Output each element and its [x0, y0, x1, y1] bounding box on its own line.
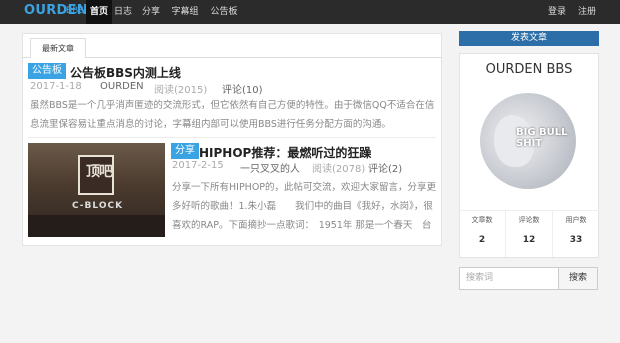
register-link[interactable]: 注册	[574, 0, 600, 24]
publish-article-button[interactable]: 发表文章	[459, 31, 599, 46]
stat-users: 用户数 33	[553, 215, 599, 245]
nav-blog[interactable]: 日志	[112, 0, 134, 24]
post-views: 阅读(2078)	[312, 164, 366, 175]
tab-latest-articles[interactable]: 最新文章	[30, 38, 86, 58]
stat-label: 用户数	[565, 216, 587, 224]
stat-label: 文章数	[471, 216, 493, 224]
site-avatar: BIG BULL SHIT	[480, 93, 576, 189]
stat-comments: 评论数 12	[506, 215, 552, 245]
login-link[interactable]: 登录	[544, 0, 570, 24]
post-thumbnail[interactable]: 顶吧 C-BLOCK	[28, 143, 165, 237]
post-views: 阅读(2015)	[154, 85, 208, 96]
post-date: 2017-1-18	[30, 81, 82, 92]
nav-home[interactable]: 首页	[86, 0, 112, 24]
search-input[interactable]: 搜索词	[459, 267, 559, 290]
nav-subtitle-group[interactable]: 字幕组	[168, 0, 202, 24]
post-date: 2017-2-15	[172, 160, 224, 171]
nav-share[interactable]: 分享	[138, 0, 164, 24]
thumbnail-box: 顶吧	[78, 155, 114, 195]
post-excerpt: 虽然BBS是一个几乎消声匿迹的交流形式，但它依然有自己方便的特性。由于微信QQ不…	[30, 100, 435, 130]
post-author[interactable]: 一只叉叉的人	[240, 160, 300, 175]
stats-divider	[459, 210, 599, 211]
stat-articles: 文章数 2	[459, 215, 505, 245]
post-divider	[28, 137, 436, 138]
stat-value: 2	[478, 235, 486, 245]
post-excerpt: 分享一下所有HIPHOP的，此帖可交流，欢迎大家留言，分享更多好听的歌曲！1.朱…	[172, 182, 437, 231]
post-tag[interactable]: 公告板	[28, 63, 66, 79]
post-title[interactable]: HIPHOP推荐：最燃听过的狂躁	[199, 144, 371, 161]
post-author[interactable]: OURDEN	[100, 81, 144, 92]
stat-label: 评论数	[518, 216, 540, 224]
avatar-text: BIG BULL SHIT	[516, 127, 568, 149]
thumbnail-label: C-BLOCK	[72, 201, 124, 211]
site-name: OURDEN BBS	[485, 62, 573, 77]
post-comments[interactable]: 评论(2)	[368, 160, 402, 175]
brand-subtitle: BBS	[66, 6, 84, 16]
post-title[interactable]: 公告板BBS内测上线	[70, 64, 181, 81]
stat-value: 12	[522, 235, 536, 245]
search-button[interactable]: 搜索	[558, 267, 598, 290]
post-tag[interactable]: 分享	[171, 143, 199, 159]
stat-value: 33	[569, 235, 583, 245]
thumbnail-floor	[28, 215, 165, 237]
nav-announcements[interactable]: 公告板	[204, 0, 244, 24]
post-comments[interactable]: 评论(10)	[222, 81, 263, 96]
